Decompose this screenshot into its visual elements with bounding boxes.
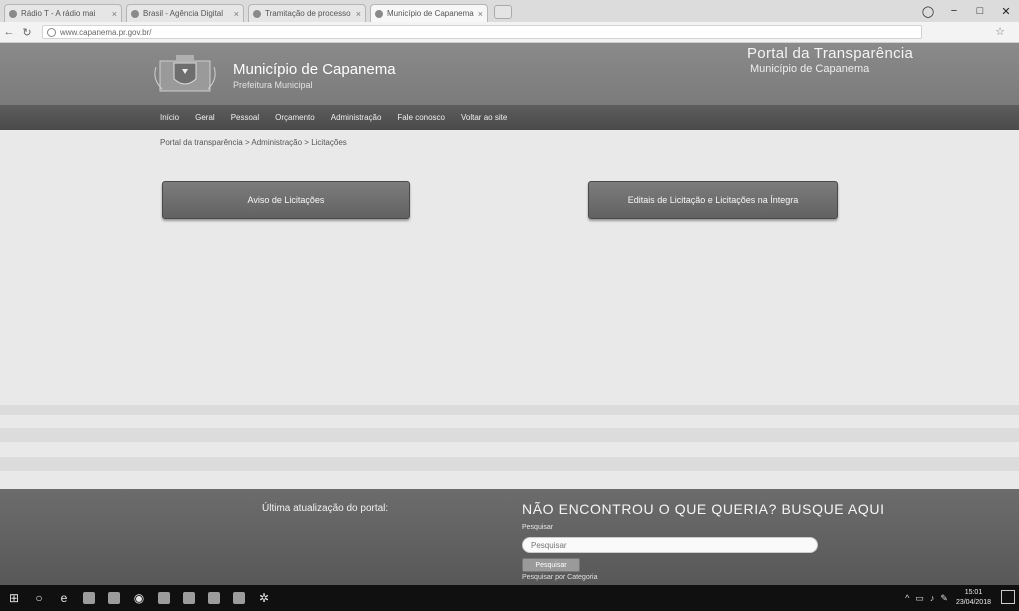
scan-band	[0, 457, 1019, 471]
coat-of-arms-icon	[154, 55, 216, 92]
breadcrumb[interactable]: Portal da transparência > Administração …	[160, 138, 347, 147]
search-icon[interactable]: ○	[28, 587, 50, 609]
close-icon[interactable]: ×	[356, 9, 361, 19]
nav-link-fale-conosco[interactable]: Fale conosco	[397, 113, 445, 122]
maximize-button[interactable]: □	[967, 0, 993, 22]
favicon-icon	[253, 9, 261, 18]
url-field[interactable]: www.capanema.pr.gov.br/	[42, 25, 922, 39]
portal-subtitle: Município de Capanema	[750, 63, 870, 75]
chevron-up-icon[interactable]: ^	[905, 593, 909, 603]
search-input[interactable]	[522, 537, 818, 553]
info-icon	[47, 27, 56, 37]
nav-link-voltar-ao-site[interactable]: Voltar ao site	[461, 113, 507, 122]
tab-label: Brasil - Agência Digital	[143, 9, 224, 18]
site-footer: Última atualização do portal: NÃO ENCONT…	[0, 489, 1019, 585]
clock-date: 23/04/2018	[955, 599, 991, 606]
close-icon[interactable]: ×	[478, 9, 483, 19]
chrome-icon[interactable]: ◉	[128, 587, 150, 609]
powerpoint-icon[interactable]	[178, 587, 200, 609]
address-bar: ← ↻ www.capanema.pr.gov.br/ ☆	[0, 22, 1019, 43]
windows-start-icon[interactable]: ⊞	[3, 587, 25, 609]
favicon-icon	[131, 9, 139, 18]
favicon-icon	[375, 9, 383, 18]
editais-licitacao-button[interactable]: Editais de Licitação e Licitações na Ínt…	[588, 181, 838, 219]
window-controls: ◯ − □ ✕	[915, 0, 1019, 22]
close-window-button[interactable]: ✕	[993, 0, 1019, 22]
back-button[interactable]: ←	[0, 26, 18, 38]
portal-title: Portal da Transparência	[747, 45, 914, 62]
store-icon[interactable]	[103, 587, 125, 609]
clock[interactable]: 15:01 23/04/2018	[956, 588, 991, 608]
site-header: Município de Capanema Prefeitura Municip…	[0, 43, 1019, 105]
nav-link-pessoal[interactable]: Pessoal	[231, 113, 259, 122]
tab-label: Tramitação de processo	[265, 9, 351, 18]
volume-icon[interactable]: ♪	[930, 593, 935, 603]
nav-link-administracao[interactable]: Administração	[331, 113, 382, 122]
site-subtitle: Prefeitura Municipal	[233, 80, 313, 90]
edge-icon[interactable]: e	[53, 587, 75, 609]
minimize-button[interactable]: −	[941, 0, 967, 22]
browser-tab[interactable]: Brasil - Agência Digital ×	[126, 4, 244, 22]
browser-tab-active[interactable]: Município de Capanema ×	[370, 4, 488, 22]
browser-tab[interactable]: Rádio T - A rádio mai ×	[4, 4, 122, 22]
close-icon[interactable]: ×	[112, 9, 117, 19]
pen-icon[interactable]: ✎	[940, 593, 948, 604]
reload-button[interactable]: ↻	[18, 26, 36, 39]
url-text: www.capanema.pr.gov.br/	[60, 27, 152, 37]
search-button[interactable]: Pesquisar	[522, 558, 580, 572]
last-update-text: Última atualização do portal:	[262, 503, 389, 514]
nav-link-orcamento[interactable]: Orçamento	[275, 113, 315, 122]
close-icon[interactable]: ×	[234, 9, 239, 19]
notifications-icon[interactable]	[1001, 590, 1015, 604]
browser-tab-bar: Rádio T - A rádio mai × Brasil - Agência …	[0, 0, 1019, 22]
scan-band	[0, 428, 1019, 442]
nav-link-geral[interactable]: Geral	[195, 113, 215, 122]
taskbar: ⊞ ○ e ◉ ✲ ^ ▭ ♪ ✎ 15:01 23/04/2018	[0, 585, 1019, 611]
clock-time: 15:01	[964, 589, 983, 596]
site-title: Município de Capanema	[233, 61, 396, 78]
excel-icon[interactable]	[203, 587, 225, 609]
category-search-link[interactable]: Pesquisar por Categoria	[522, 574, 598, 581]
search-heading: NÃO ENCONTROU O QUE QUERIA? BUSQUE AQUI	[522, 501, 885, 517]
favicon-icon	[9, 9, 17, 18]
system-tray: ^ ▭ ♪ ✎ 15:01 23/04/2018	[899, 588, 991, 608]
new-tab-button[interactable]	[494, 5, 512, 19]
scan-band	[0, 405, 1019, 415]
bookmark-star-icon[interactable]: ☆	[995, 25, 1005, 38]
search-label: Pesquisar	[522, 524, 554, 531]
avisos-licitacoes-button[interactable]: Aviso de Licitações	[162, 181, 410, 219]
nav-link-inicio[interactable]: Início	[160, 113, 179, 122]
tab-label: Rádio T - A rádio mai	[21, 9, 96, 18]
file-explorer-icon[interactable]	[78, 587, 100, 609]
tab-label: Município de Capanema	[387, 9, 474, 18]
word-icon[interactable]	[153, 587, 175, 609]
network-icon[interactable]: ▭	[915, 593, 924, 604]
browser-tab[interactable]: Tramitação de processo ×	[248, 4, 366, 22]
site-nav: Início Geral Pessoal Orçamento Administr…	[0, 105, 1019, 130]
app-icon[interactable]	[228, 587, 250, 609]
settings-icon[interactable]: ✲	[253, 587, 275, 609]
user-icon[interactable]: ◯	[915, 0, 941, 22]
